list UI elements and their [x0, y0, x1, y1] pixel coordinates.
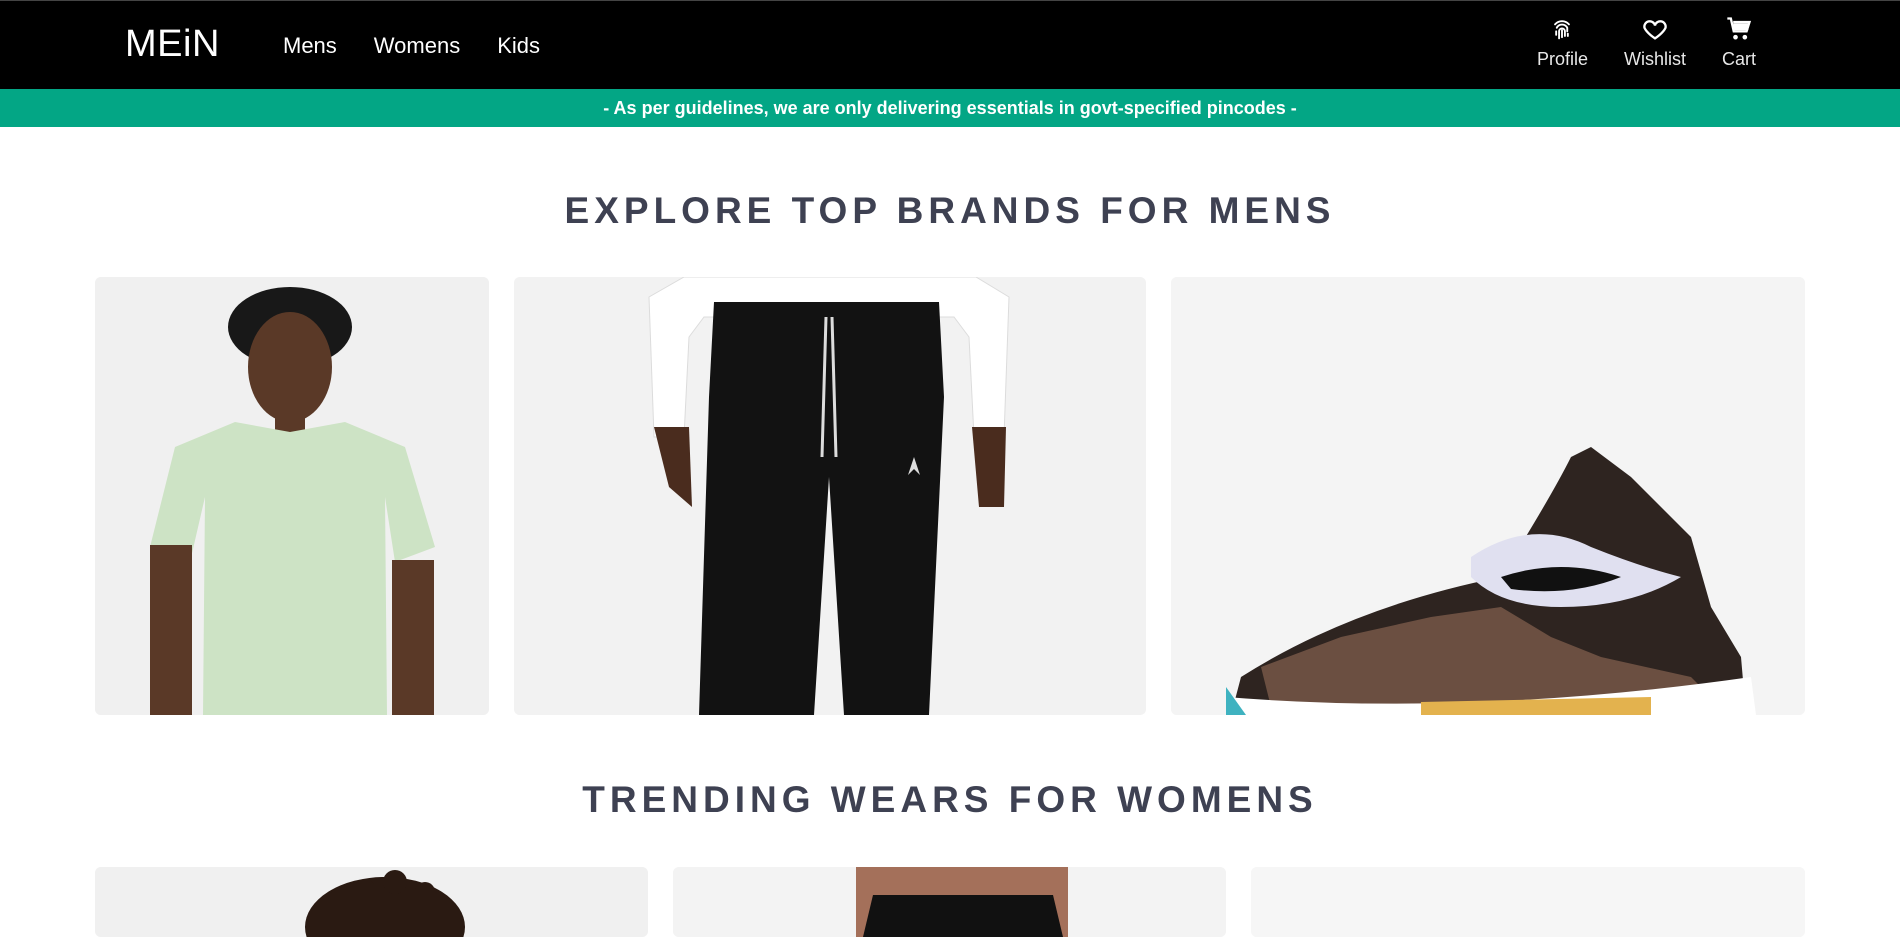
- product-card-women-2[interactable]: [673, 867, 1226, 937]
- cart-icon: [1727, 17, 1752, 40]
- cart-label: Cart: [1721, 49, 1756, 69]
- profile-label: Profile: [1536, 49, 1588, 69]
- wishlist-label: Wishlist: [1623, 49, 1686, 69]
- wishlist-button[interactable]: Wishlist: [1624, 15, 1686, 70]
- curly-hair-model-image: [95, 867, 648, 937]
- black-top-model-image: [673, 867, 1226, 937]
- product-card-tshirt[interactable]: [95, 277, 489, 715]
- black-joggers-image: [514, 277, 1146, 715]
- primary-nav: Mens Womens Kids: [283, 33, 540, 59]
- notice-banner: - As per guidelines, we are only deliver…: [0, 89, 1900, 127]
- green-tshirt-image: [95, 277, 489, 715]
- top-navbar: MEiN Mens Womens Kids Profile Wishlist C…: [0, 0, 1900, 89]
- sneaker-image: [1171, 277, 1805, 715]
- nav-link-womens[interactable]: Womens: [374, 33, 460, 59]
- header-actions: Profile Wishlist Cart: [1537, 15, 1756, 70]
- blank-product-image: [1251, 867, 1805, 937]
- fingerprint-icon: [1554, 20, 1571, 40]
- heart-icon: [1643, 20, 1667, 40]
- section-title-womens: TRENDING WEARS FOR WOMENS: [582, 779, 1318, 820]
- brand-logo[interactable]: MEiN: [125, 23, 220, 66]
- section-title-mens: EXPLORE TOP BRANDS FOR MENS: [564, 190, 1336, 231]
- profile-button[interactable]: Profile: [1537, 15, 1588, 70]
- cart-button[interactable]: Cart: [1722, 15, 1756, 70]
- product-card-women-3[interactable]: [1251, 867, 1805, 937]
- nav-link-kids[interactable]: Kids: [497, 33, 540, 59]
- product-card-joggers[interactable]: [514, 277, 1146, 715]
- nav-link-mens[interactable]: Mens: [283, 33, 337, 59]
- product-card-women-1[interactable]: [95, 867, 648, 937]
- product-card-sneaker[interactable]: [1171, 277, 1805, 715]
